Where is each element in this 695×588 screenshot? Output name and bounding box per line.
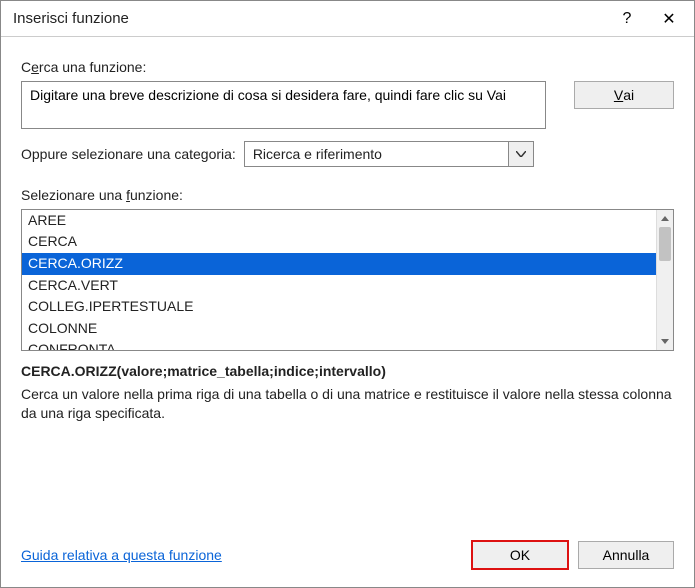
search-label: Cerca una funzione: [21,59,674,75]
window-title: Inserisci funzione [13,10,606,27]
scroll-down-icon[interactable] [657,333,673,350]
titlebar: Inserisci funzione ? ✕ [1,1,694,37]
help-link[interactable]: Guida relativa a questa funzione [21,547,462,563]
function-listbox[interactable]: AREECERCACERCA.ORIZZCERCA.VERTCOLLEG.IPE… [21,209,674,351]
scroll-track[interactable] [657,227,673,333]
list-item[interactable]: CERCA.ORIZZ [22,253,656,275]
category-label: Oppure selezionare una categoria: [21,146,236,162]
go-button[interactable]: Vai [574,81,674,109]
list-item[interactable]: CERCA [22,231,656,253]
function-description: Cerca un valore nella prima riga di una … [21,385,674,423]
help-icon[interactable]: ? [606,1,648,37]
cancel-button[interactable]: Annulla [578,541,674,569]
list-item[interactable]: CERCA.VERT [22,275,656,297]
dialog-content: Cerca una funzione: Vai Oppure seleziona… [1,37,694,527]
list-item[interactable]: COLLEG.IPERTESTUALE [22,296,656,318]
ok-button[interactable]: OK [472,541,568,569]
close-icon[interactable]: ✕ [648,1,690,37]
list-item[interactable]: CONFRONTA [22,339,656,349]
list-item[interactable]: AREE [22,210,656,232]
list-item[interactable]: COLONNE [22,318,656,340]
chevron-down-icon[interactable] [508,141,534,167]
function-list-label: Selezionare una funzione: [21,187,674,203]
category-value: Ricerca e riferimento [244,141,508,167]
dialog-footer: Guida relativa a questa funzione OK Annu… [1,527,694,587]
category-select[interactable]: Ricerca e riferimento [244,141,534,167]
scroll-thumb[interactable] [659,227,671,261]
search-input[interactable] [21,81,546,129]
scrollbar[interactable] [656,210,673,350]
scroll-up-icon[interactable] [657,210,673,227]
function-signature: CERCA.ORIZZ(valore;matrice_tabella;indic… [21,363,674,379]
